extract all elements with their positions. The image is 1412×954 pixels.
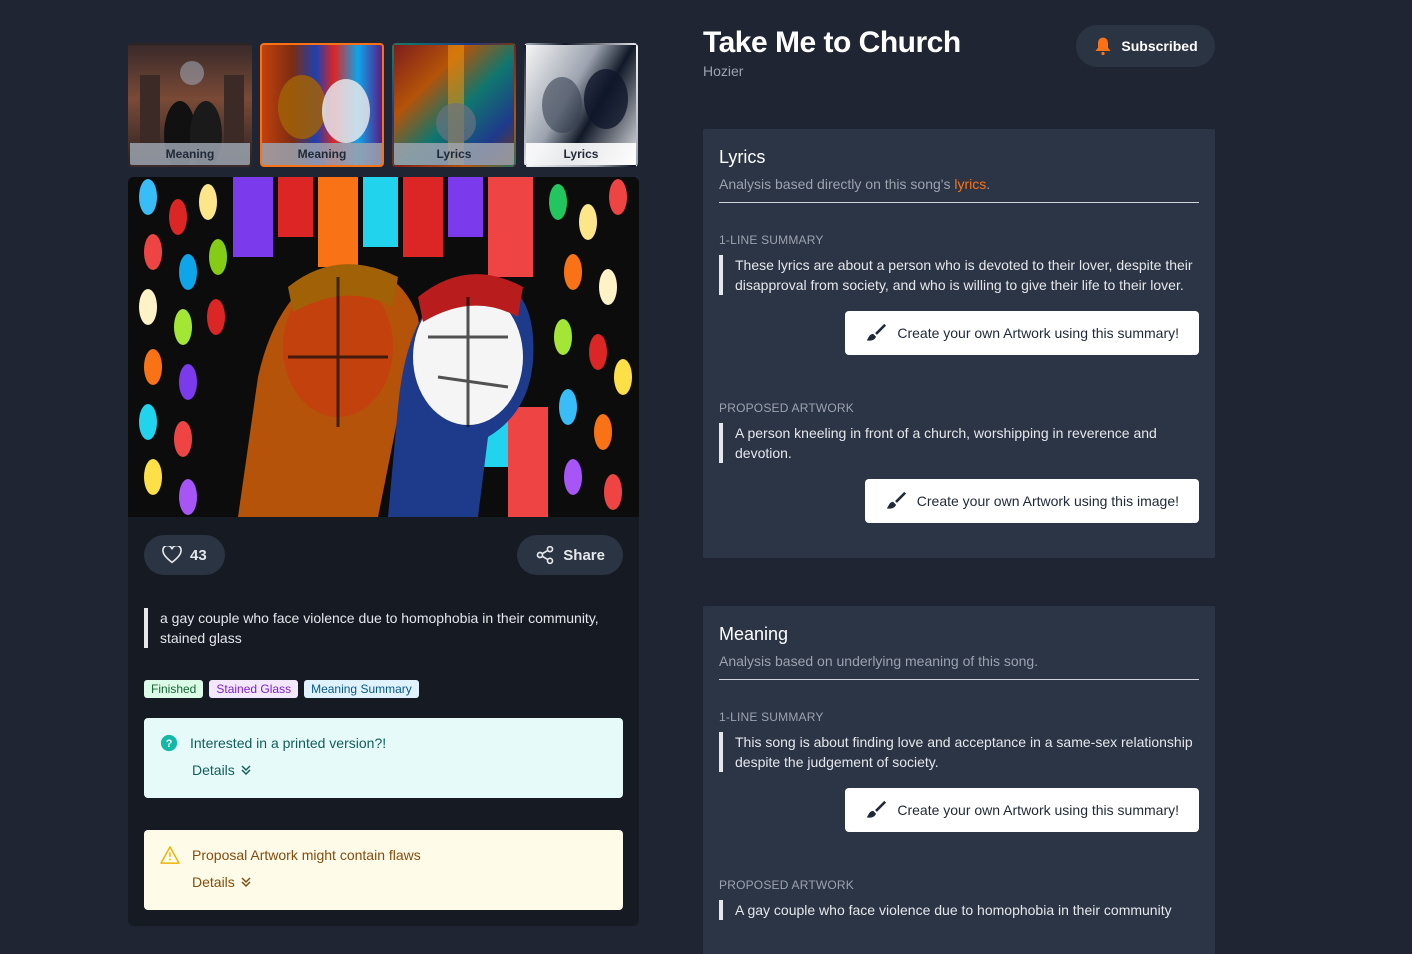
- question-circle-icon: ?: [160, 734, 178, 752]
- share-label: Share: [563, 546, 605, 564]
- create-from-meaning-summary-button[interactable]: Create your own Artwork using this summa…: [845, 788, 1199, 832]
- thumbnail-meaning-2[interactable]: Meaning: [260, 43, 384, 167]
- paintbrush-icon: [867, 323, 887, 341]
- lyrics-artwork-label: PROPOSED ARTWORK: [719, 401, 855, 415]
- lyrics-subtitle-text: Analysis based directly on this song's: [719, 176, 951, 192]
- meaning-summary-text: This song is about finding love and acce…: [719, 732, 1199, 772]
- create-button-label: Create your own Artwork using this image…: [916, 493, 1179, 509]
- chevron-double-down-icon: [241, 765, 251, 776]
- lyrics-subtitle-suffix: .: [986, 176, 991, 192]
- lyrics-panel-subtitle: Analysis based directly on this song's l…: [719, 176, 1199, 203]
- meaning-panel: Meaning Analysis based on underlying mea…: [703, 606, 1215, 954]
- create-from-lyrics-summary-button[interactable]: Create your own Artwork using this summa…: [845, 311, 1199, 355]
- lyrics-summary-text: These lyrics are about a person who is d…: [719, 255, 1199, 295]
- lyrics-panel: Lyrics Analysis based directly on this s…: [703, 129, 1215, 558]
- lyrics-panel-title: Lyrics: [719, 147, 766, 167]
- heart-icon: [162, 546, 182, 564]
- lyrics-summary-label: 1-LINE SUMMARY: [719, 233, 824, 247]
- flaws-notice-title: Proposal Artwork might contain flaws: [192, 847, 421, 863]
- bell-icon: [1095, 37, 1111, 56]
- print-details-label: Details: [192, 762, 235, 778]
- print-notice-title: Interested in a printed version?!: [190, 735, 387, 751]
- warning-icon: [160, 846, 180, 864]
- print-details-toggle[interactable]: Details: [192, 762, 251, 778]
- thumbnail-lyrics-1[interactable]: Lyrics: [392, 43, 516, 167]
- subscribe-button[interactable]: Subscribed: [1076, 25, 1215, 67]
- flaws-notice: Proposal Artwork might contain flaws Det…: [144, 830, 623, 910]
- lyrics-link[interactable]: lyrics: [954, 176, 986, 192]
- thumbnail-meaning-1[interactable]: Meaning: [128, 43, 252, 167]
- create-button-label: Create your own Artwork using this summa…: [897, 802, 1179, 818]
- thumbnail-lyrics-2[interactable]: Lyrics: [524, 43, 638, 167]
- like-count: 43: [190, 546, 207, 564]
- lyrics-artwork-text: A person kneeling in front of a church, …: [719, 423, 1199, 463]
- meaning-artwork-text: A gay couple who face violence due to ho…: [719, 900, 1199, 920]
- artwork-image: [128, 177, 639, 517]
- thumbnail-label: Lyrics: [394, 143, 514, 165]
- artwork-card: 43 Share a gay couple who face violence …: [128, 177, 639, 926]
- like-button[interactable]: 43: [144, 535, 225, 575]
- artwork-column: Meaning Meaning Lyrics Lyrics 43 Share a…: [128, 43, 639, 926]
- create-button-label: Create your own Artwork using this summa…: [897, 325, 1179, 341]
- meaning-panel-subtitle: Analysis based on underlying meaning of …: [719, 653, 1199, 680]
- tag-finished: Finished: [144, 680, 204, 698]
- create-from-lyrics-image-button[interactable]: Create your own Artwork using this image…: [864, 479, 1199, 523]
- chevron-double-down-icon: [241, 877, 251, 888]
- subscribe-label: Subscribed: [1121, 38, 1198, 54]
- artist-name[interactable]: Hozier: [703, 63, 743, 79]
- thumbnail-label: Meaning: [262, 143, 382, 165]
- svg-text:?: ?: [166, 738, 173, 750]
- thumbnail-label: Lyrics: [526, 143, 636, 165]
- tag-source: Meaning Summary: [304, 680, 419, 698]
- thumbnail-strip: Meaning Meaning Lyrics Lyrics: [128, 43, 639, 167]
- paintbrush-icon: [886, 491, 906, 509]
- meaning-summary-label: 1-LINE SUMMARY: [719, 710, 824, 724]
- page: Meaning Meaning Lyrics Lyrics 43 Share a…: [0, 0, 1412, 954]
- paintbrush-icon: [867, 800, 887, 818]
- meaning-artwork-label: PROPOSED ARTWORK: [719, 878, 855, 892]
- share-icon: [536, 545, 554, 565]
- flaws-details-label: Details: [192, 874, 235, 890]
- stained-glass-image: [128, 177, 639, 517]
- artwork-actions: 43 Share: [128, 517, 639, 575]
- song-title: Take Me to Church: [703, 26, 961, 59]
- artwork-tags: Finished Stained Glass Meaning Summary: [144, 680, 623, 698]
- tag-style: Stained Glass: [209, 680, 299, 698]
- flaws-details-toggle[interactable]: Details: [192, 874, 251, 890]
- meaning-panel-title: Meaning: [719, 624, 789, 644]
- print-notice: ? Interested in a printed version?! Deta…: [144, 718, 623, 798]
- artwork-prompt: a gay couple who face violence due to ho…: [144, 608, 623, 648]
- share-button[interactable]: Share: [517, 535, 623, 575]
- thumbnail-label: Meaning: [130, 143, 250, 165]
